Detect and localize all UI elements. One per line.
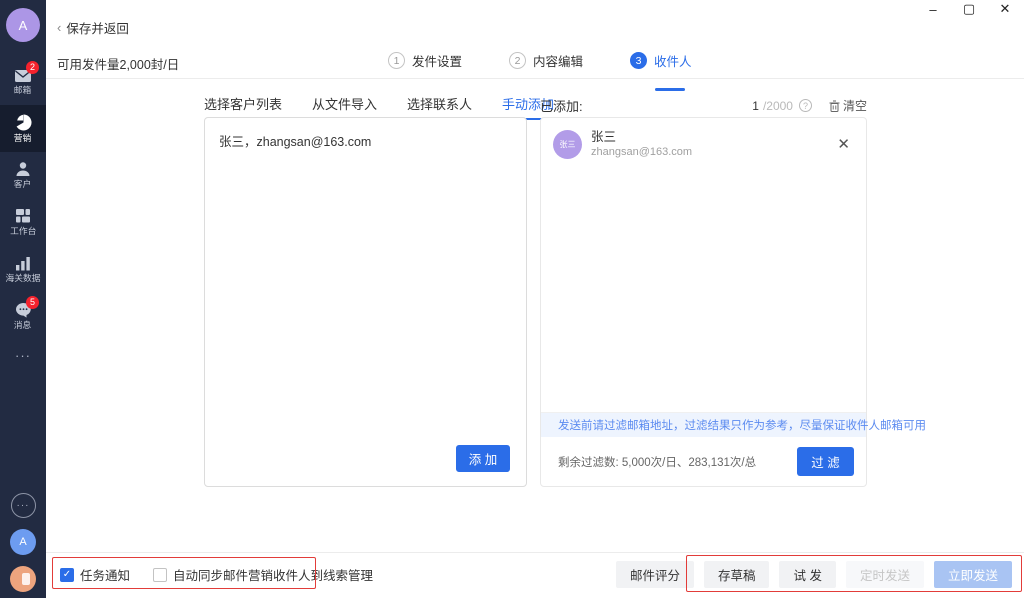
- recipient-name: 张三: [591, 129, 692, 145]
- scheduled-send-button[interactable]: 定时发送: [846, 561, 924, 588]
- account-avatar[interactable]: A: [6, 8, 40, 42]
- added-header: 已添加: 1/2000 ? 清空: [540, 96, 867, 115]
- sidebar-item-customers[interactable]: 客户: [0, 152, 46, 199]
- recipient-input-area[interactable]: 张三，zhangsan@163.com: [205, 118, 526, 163]
- recipient-card: 张三 张三 zhangsan@163.com ✕: [541, 118, 866, 170]
- pie-chart-icon: [15, 114, 32, 131]
- sidebar-nav: 邮箱 2 营销 客户: [0, 58, 46, 370]
- recipient-email: zhangsan@163.com: [591, 145, 692, 159]
- footer-actions: 邮件评分 存草稿 试 发 定时发送 立即发送: [616, 561, 1012, 588]
- sidebar-item-messages[interactable]: 消息 5: [0, 293, 46, 340]
- sidebar-item-label: 消息: [14, 321, 31, 330]
- trash-icon: [829, 100, 840, 112]
- sidebar-item-label: 邮箱: [14, 86, 31, 95]
- task-notify-checkbox[interactable]: 任务通知: [60, 565, 130, 584]
- sidebar-item-label: 营销: [14, 134, 31, 143]
- save-and-return-button[interactable]: ‹ 保存并返回: [57, 18, 129, 37]
- email-score-button[interactable]: 邮件评分: [616, 561, 694, 588]
- recipient-list-empty-space: [541, 170, 866, 412]
- send-quota-label: 可用发件量2,000封/日: [57, 54, 179, 73]
- step-label: 发件设置: [412, 51, 462, 70]
- more-options-icon[interactable]: ···: [11, 493, 36, 518]
- sidebar-bottom: ··· A: [0, 493, 46, 592]
- step-send-settings[interactable]: 1 发件设置: [388, 51, 462, 70]
- clear-all-button[interactable]: 清空: [829, 97, 867, 114]
- filter-button[interactable]: 过 滤: [797, 447, 854, 476]
- filter-notice: 发送前请过滤邮箱地址，过滤结果只作为参考，尽量保证收件人邮箱可用: [541, 412, 866, 437]
- checkbox-checked-icon: [60, 568, 74, 582]
- filter-row: 剩余过滤数: 5,000次/日、283,131次/总 过 滤: [541, 437, 866, 486]
- mail-badge: 2: [26, 61, 39, 74]
- user-avatar[interactable]: A: [10, 529, 36, 555]
- count-current: 1: [752, 99, 759, 113]
- recipient-avatar: 张三: [553, 130, 582, 159]
- checkbox-unchecked-icon: [153, 568, 167, 582]
- assistant-icon: [22, 573, 30, 585]
- step-number: 3: [630, 52, 647, 69]
- remove-recipient-icon[interactable]: ✕: [833, 135, 854, 153]
- back-chevron-icon: ‹: [57, 20, 61, 35]
- footer-divider: [46, 552, 1024, 553]
- grid-icon: [15, 208, 31, 224]
- step-label: 收件人: [654, 51, 692, 70]
- header-divider: [46, 78, 1024, 79]
- sidebar-item-customs-data[interactable]: 海关数据: [0, 246, 46, 293]
- assistant-avatar[interactable]: [10, 566, 36, 592]
- close-button[interactable]: ✕: [992, 0, 1018, 18]
- sidebar-item-label: 客户: [14, 180, 31, 189]
- sidebar-item-marketing[interactable]: 营销: [0, 105, 46, 152]
- add-button[interactable]: 添 加: [456, 445, 510, 472]
- active-step-underline: [655, 88, 685, 91]
- sidebar: A 邮箱 2 营销: [0, 0, 46, 598]
- help-icon[interactable]: ?: [799, 99, 812, 112]
- manual-add-panel: 张三，zhangsan@163.com 添 加: [204, 117, 527, 487]
- auto-sync-checkbox[interactable]: 自动同步邮件营销收件人到线索管理: [153, 565, 373, 584]
- checkbox-label: 任务通知: [80, 565, 130, 584]
- added-recipients-panel: 张三 张三 zhangsan@163.com ✕ 发送前请过滤邮箱地址，过滤结果…: [540, 117, 867, 487]
- step-number: 1: [388, 52, 405, 69]
- maximize-button[interactable]: ▢: [956, 0, 982, 18]
- recipient-info: 张三 zhangsan@163.com: [591, 129, 692, 159]
- count-max: /2000: [763, 99, 793, 113]
- step-content-edit[interactable]: 2 内容编辑: [509, 51, 583, 70]
- sidebar-item-label: 海关数据: [6, 274, 41, 283]
- test-send-button[interactable]: 试 发: [779, 561, 835, 588]
- minimize-button[interactable]: –: [920, 0, 946, 18]
- back-label: 保存并返回: [66, 18, 129, 37]
- send-now-button[interactable]: 立即发送: [934, 561, 1012, 588]
- bar-chart-icon: [15, 256, 31, 271]
- footer-checkboxes: 任务通知 自动同步邮件营销收件人到线索管理: [60, 565, 373, 584]
- filter-quota-label: 剩余过滤数: 5,000次/日、283,131次/总: [558, 454, 756, 470]
- wizard-steps: 1 发件设置 2 内容编辑 3 收件人: [388, 51, 692, 70]
- added-title: 已添加:: [540, 96, 583, 115]
- step-number: 2: [509, 52, 526, 69]
- added-count: 1/2000 ?: [752, 99, 812, 113]
- messages-badge: 5: [26, 296, 39, 309]
- sidebar-item-label: 工作台: [10, 227, 36, 236]
- checkbox-label: 自动同步邮件营销收件人到线索管理: [173, 565, 373, 584]
- clear-label: 清空: [843, 97, 867, 114]
- sidebar-more-button[interactable]: ···: [0, 340, 46, 370]
- sidebar-item-mail[interactable]: 邮箱 2: [0, 58, 46, 105]
- step-recipients[interactable]: 3 收件人: [630, 51, 692, 70]
- window-controls: – ▢ ✕: [920, 0, 1018, 18]
- email-campaign-window: – ▢ ✕ A 邮箱 2 营销: [0, 0, 1024, 598]
- sidebar-item-workbench[interactable]: 工作台: [0, 199, 46, 246]
- save-draft-button[interactable]: 存草稿: [704, 561, 770, 588]
- step-label: 内容编辑: [533, 51, 583, 70]
- person-icon: [15, 161, 31, 177]
